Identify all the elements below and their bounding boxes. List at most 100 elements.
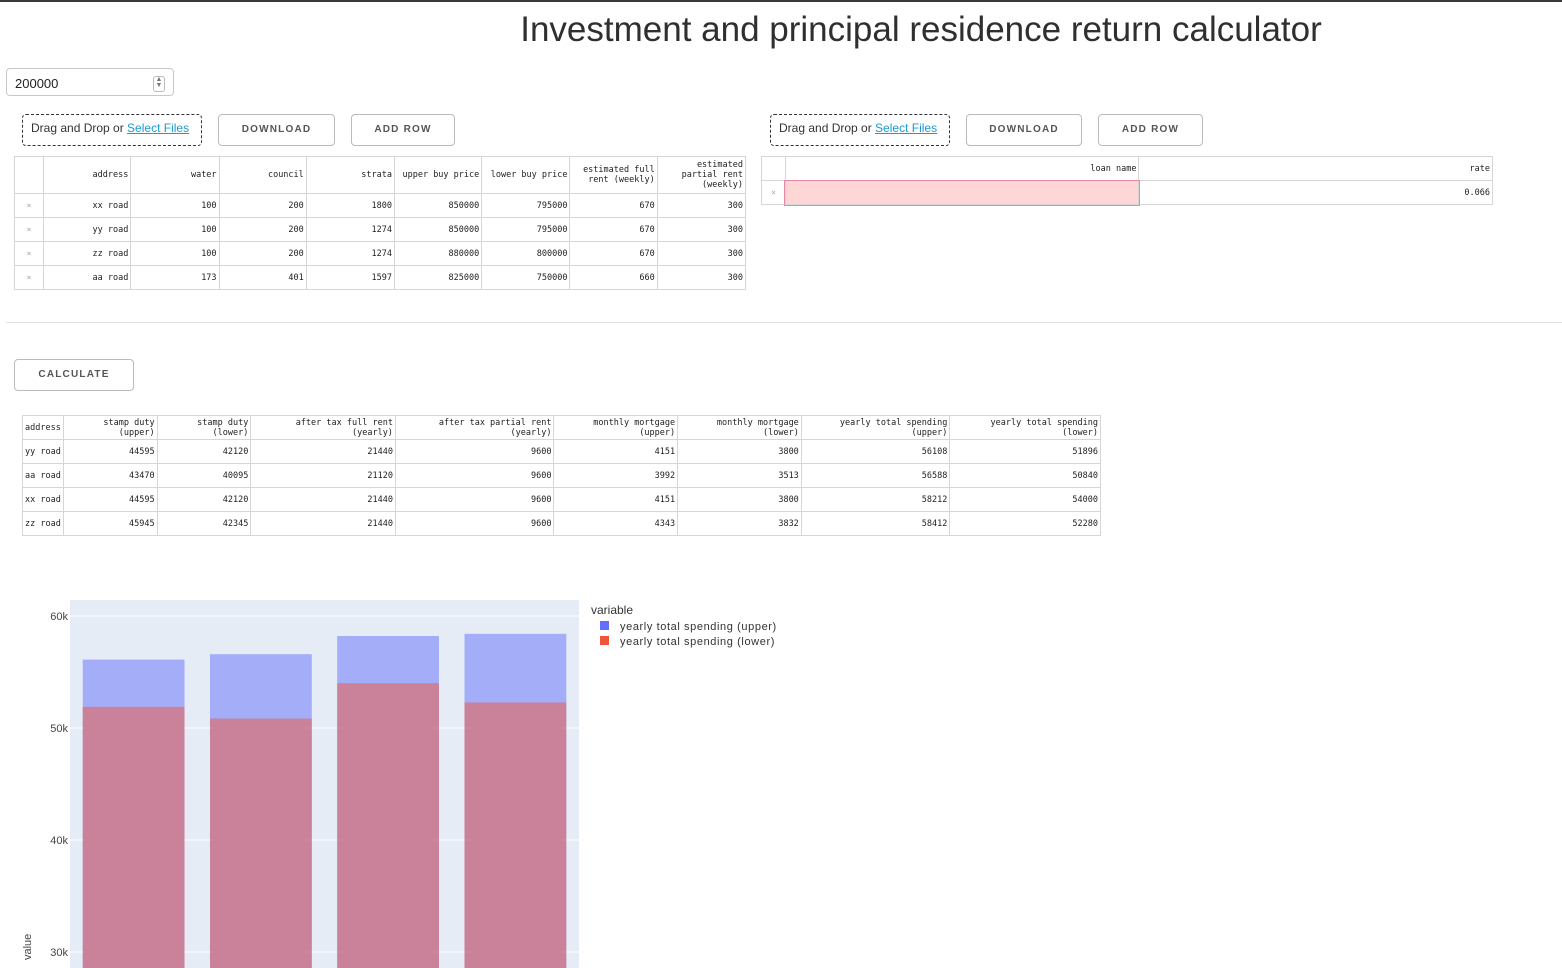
table-cell: xx road <box>22 487 64 512</box>
table-cell[interactable]: 300 <box>656 241 747 266</box>
loan-name-cell[interactable] <box>784 179 1140 206</box>
delete-row-icon[interactable]: × <box>13 193 45 218</box>
bar-lower-xx-road[interactable] <box>337 683 439 968</box>
select-files-link[interactable]: Select Files <box>127 121 189 135</box>
delete-row-icon[interactable]: × <box>13 217 45 242</box>
table-cell[interactable]: 1800 <box>305 193 396 218</box>
table-row: xx road 44595 42120 21440 9600 4151 3800… <box>22 487 1101 512</box>
results-table: address stamp duty (upper) stamp duty (l… <box>22 415 1101 536</box>
column-header[interactable]: strata <box>305 156 396 194</box>
table-cell[interactable]: zz road <box>43 241 132 266</box>
property-table: address water council strata upper buy p… <box>13 156 747 290</box>
upload-prefix: Drag and Drop or <box>779 121 876 135</box>
table-cell[interactable]: 200 <box>218 193 307 218</box>
table-cell: 3513 <box>677 463 802 488</box>
select-files-link[interactable]: Select Files <box>875 121 937 135</box>
bar-lower-aa-road[interactable] <box>210 718 312 968</box>
table-cell[interactable]: 100 <box>130 241 220 266</box>
upload-zone-properties[interactable]: Drag and Drop or Select Files <box>22 114 202 146</box>
table-cell: 21440 <box>250 487 396 512</box>
table-cell[interactable]: 300 <box>656 265 747 290</box>
table-cell[interactable]: 670 <box>569 193 658 218</box>
column-header: monthly mortgage (lower) <box>677 415 802 440</box>
table-cell[interactable]: 100 <box>130 217 220 242</box>
table-row: zz road 45945 42345 21440 9600 4343 3832… <box>22 511 1101 536</box>
upload-prefix: Drag and Drop or <box>31 121 128 135</box>
y-tick-label: 60k <box>50 611 68 623</box>
table-cell: 42345 <box>156 511 252 536</box>
table-cell[interactable]: 795000 <box>481 217 571 242</box>
spinner-icon[interactable]: ▲ ▼ <box>153 76 165 92</box>
table-cell[interactable]: 1274 <box>305 241 396 266</box>
table-row: × yy road 100 200 1274 850000 795000 670… <box>13 217 747 242</box>
calculate-button[interactable]: CALCULATE <box>14 359 134 391</box>
delete-row-icon[interactable]: × <box>761 180 786 205</box>
table-cell: 51896 <box>949 439 1101 464</box>
table-cell[interactable]: 800000 <box>481 241 571 266</box>
download-button[interactable]: DOWNLOAD <box>218 114 335 146</box>
bar-lower-zz-road[interactable] <box>464 702 567 968</box>
table-cell: 3832 <box>677 511 802 536</box>
table-row: × 0.066 <box>761 179 1493 206</box>
table-cell: 54000 <box>949 487 1101 512</box>
table-cell[interactable]: 300 <box>656 217 747 242</box>
table-cell: zz road <box>22 511 64 536</box>
column-header[interactable]: council <box>218 156 307 194</box>
bar-lower-yy-road[interactable] <box>82 706 185 968</box>
table-cell[interactable]: 825000 <box>394 265 483 290</box>
table-cell[interactable]: 200 <box>218 217 307 242</box>
column-header[interactable]: estimated partial rent (weekly) <box>656 156 747 194</box>
download-button[interactable]: DOWNLOAD <box>966 114 1082 146</box>
table-cell: 9600 <box>394 487 555 512</box>
table-cell: 44595 <box>62 487 158 512</box>
legend-label[interactable]: yearly total spending (upper) <box>620 621 777 633</box>
table-cell[interactable]: 795000 <box>481 193 571 218</box>
table-cell[interactable]: 670 <box>569 217 658 242</box>
column-header[interactable]: lower buy price <box>481 156 571 194</box>
add-row-button[interactable]: ADD ROW <box>1098 114 1203 146</box>
loan-table: loan name rate × 0.066 <box>761 156 1493 206</box>
delete-row-icon[interactable]: × <box>13 241 45 266</box>
legend-title: variable <box>591 603 633 617</box>
table-cell[interactable]: 200 <box>218 241 307 266</box>
table-cell[interactable]: 1597 <box>305 265 396 290</box>
table-cell: 43470 <box>62 463 158 488</box>
table-cell[interactable]: aa road <box>43 265 132 290</box>
column-header[interactable]: estimated full rent (weekly) <box>569 156 658 194</box>
column-header[interactable]: address <box>43 156 132 194</box>
table-cell[interactable]: 100 <box>130 193 220 218</box>
column-header: monthly mortgage (upper) <box>553 415 679 440</box>
table-cell: 9600 <box>394 463 555 488</box>
table-cell: 21440 <box>250 511 396 536</box>
delete-row-icon[interactable]: × <box>13 265 45 290</box>
amount-input[interactable]: 200000 ▲ ▼ <box>6 68 174 96</box>
table-cell[interactable]: 880000 <box>394 241 483 266</box>
table-row: × zz road 100 200 1274 880000 800000 670… <box>13 241 747 266</box>
table-cell[interactable]: 750000 <box>481 265 571 290</box>
table-cell[interactable]: 1274 <box>305 217 396 242</box>
table-cell[interactable]: 300 <box>656 193 747 218</box>
column-header[interactable]: rate <box>1138 156 1493 181</box>
table-cell: 21120 <box>250 463 396 488</box>
legend-swatch[interactable] <box>600 636 609 645</box>
table-cell[interactable]: yy road <box>43 217 132 242</box>
column-header[interactable]: upper buy price <box>394 156 483 194</box>
upload-zone-loans[interactable]: Drag and Drop or Select Files <box>770 114 950 146</box>
table-cell[interactable]: 850000 <box>394 193 483 218</box>
column-header[interactable]: loan name <box>784 156 1140 181</box>
table-cell: 44595 <box>62 439 158 464</box>
table-cell[interactable]: 850000 <box>394 217 483 242</box>
table-row: × aa road 173 401 1597 825000 750000 660… <box>13 265 747 290</box>
table-cell[interactable]: 173 <box>130 265 220 290</box>
rate-cell[interactable]: 0.066 <box>1138 180 1493 205</box>
table-cell[interactable]: 660 <box>569 265 658 290</box>
add-row-button[interactable]: ADD ROW <box>351 114 455 146</box>
table-cell[interactable]: xx road <box>43 193 132 218</box>
table-cell[interactable]: 670 <box>569 241 658 266</box>
section-divider <box>6 322 1562 323</box>
table-cell: 56108 <box>800 439 951 464</box>
legend-swatch[interactable] <box>600 621 609 630</box>
column-header[interactable]: water <box>130 156 220 194</box>
table-cell[interactable]: 401 <box>218 265 307 290</box>
legend-label[interactable]: yearly total spending (lower) <box>620 636 775 648</box>
